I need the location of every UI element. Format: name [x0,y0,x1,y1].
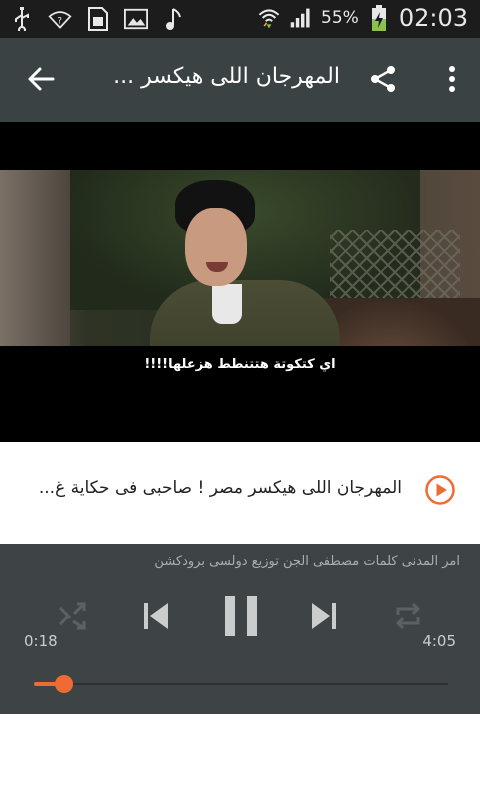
toolbar-title: المهرجان اللى هيكسر ... [113,64,340,89]
total-time: 4:05 [422,632,456,650]
wifi-icon [257,5,281,31]
battery-charging-icon [367,5,391,31]
shuffle-icon [57,601,87,635]
now-playing-marquee: امر المدنى كلمات مصطفى الجن توزيع دولسى … [154,554,460,569]
singer-shirt [212,284,242,324]
battery-percent: 55% [321,8,359,28]
track-list-item[interactable]: المهرجان اللى هيكسر مصر ! صاحبى فى حكاية… [0,442,480,544]
svg-text:?: ? [57,16,62,26]
music-player: امر المدنى كلمات مصطفى الجن توزيع دولسى … [0,544,480,714]
usb-icon [10,6,34,32]
signal-icon [289,5,313,31]
skip-previous-icon [140,600,172,636]
app-toolbar: المهرجان اللى هيكسر ... [0,38,480,122]
pause-button[interactable] [216,594,266,642]
singer-face [185,208,247,286]
shuffle-button[interactable] [54,600,90,636]
track-play-button[interactable] [424,474,456,506]
status-bar: ? 55% 02:03 [0,0,480,38]
more-vert-icon [448,65,456,97]
play-circle-icon [424,475,456,510]
arrow-back-icon [27,65,55,97]
next-button[interactable] [304,598,344,638]
share-icon [368,64,398,98]
skip-next-icon [308,600,340,636]
repeat-button[interactable] [390,600,426,636]
empty-content-area [0,714,480,800]
status-clock: 02:03 [398,4,468,32]
subtitle-bar [0,346,480,398]
video-frame: اي كتكوتة هتتنطط هزعلها!!!! [0,170,480,398]
more-options-button[interactable] [442,62,462,100]
status-icons-left: ? [10,6,186,32]
share-button[interactable] [366,64,400,98]
status-icons-right: 55% 02:03 [257,4,468,32]
music-note-icon [162,6,186,32]
sim-card-icon [86,6,110,32]
image-icon [124,6,148,32]
video-subtitle: اي كتكوتة هتتنطط هزعلها!!!! [144,357,336,372]
seek-bar[interactable] [34,675,448,693]
pause-icon [221,594,261,642]
video-player[interactable]: اي كتكوتة هتتنطط هزعلها!!!! [0,122,480,442]
seek-bar-thumb[interactable] [55,675,74,693]
repeat-icon [392,601,424,635]
previous-button[interactable] [136,598,176,638]
back-button[interactable] [24,64,58,98]
track-title: المهرجان اللى هيكسر مصر ! صاحبى فى حكاية… [38,478,402,498]
current-time: 0:18 [24,632,58,650]
wifi-question-icon: ? [48,6,72,32]
